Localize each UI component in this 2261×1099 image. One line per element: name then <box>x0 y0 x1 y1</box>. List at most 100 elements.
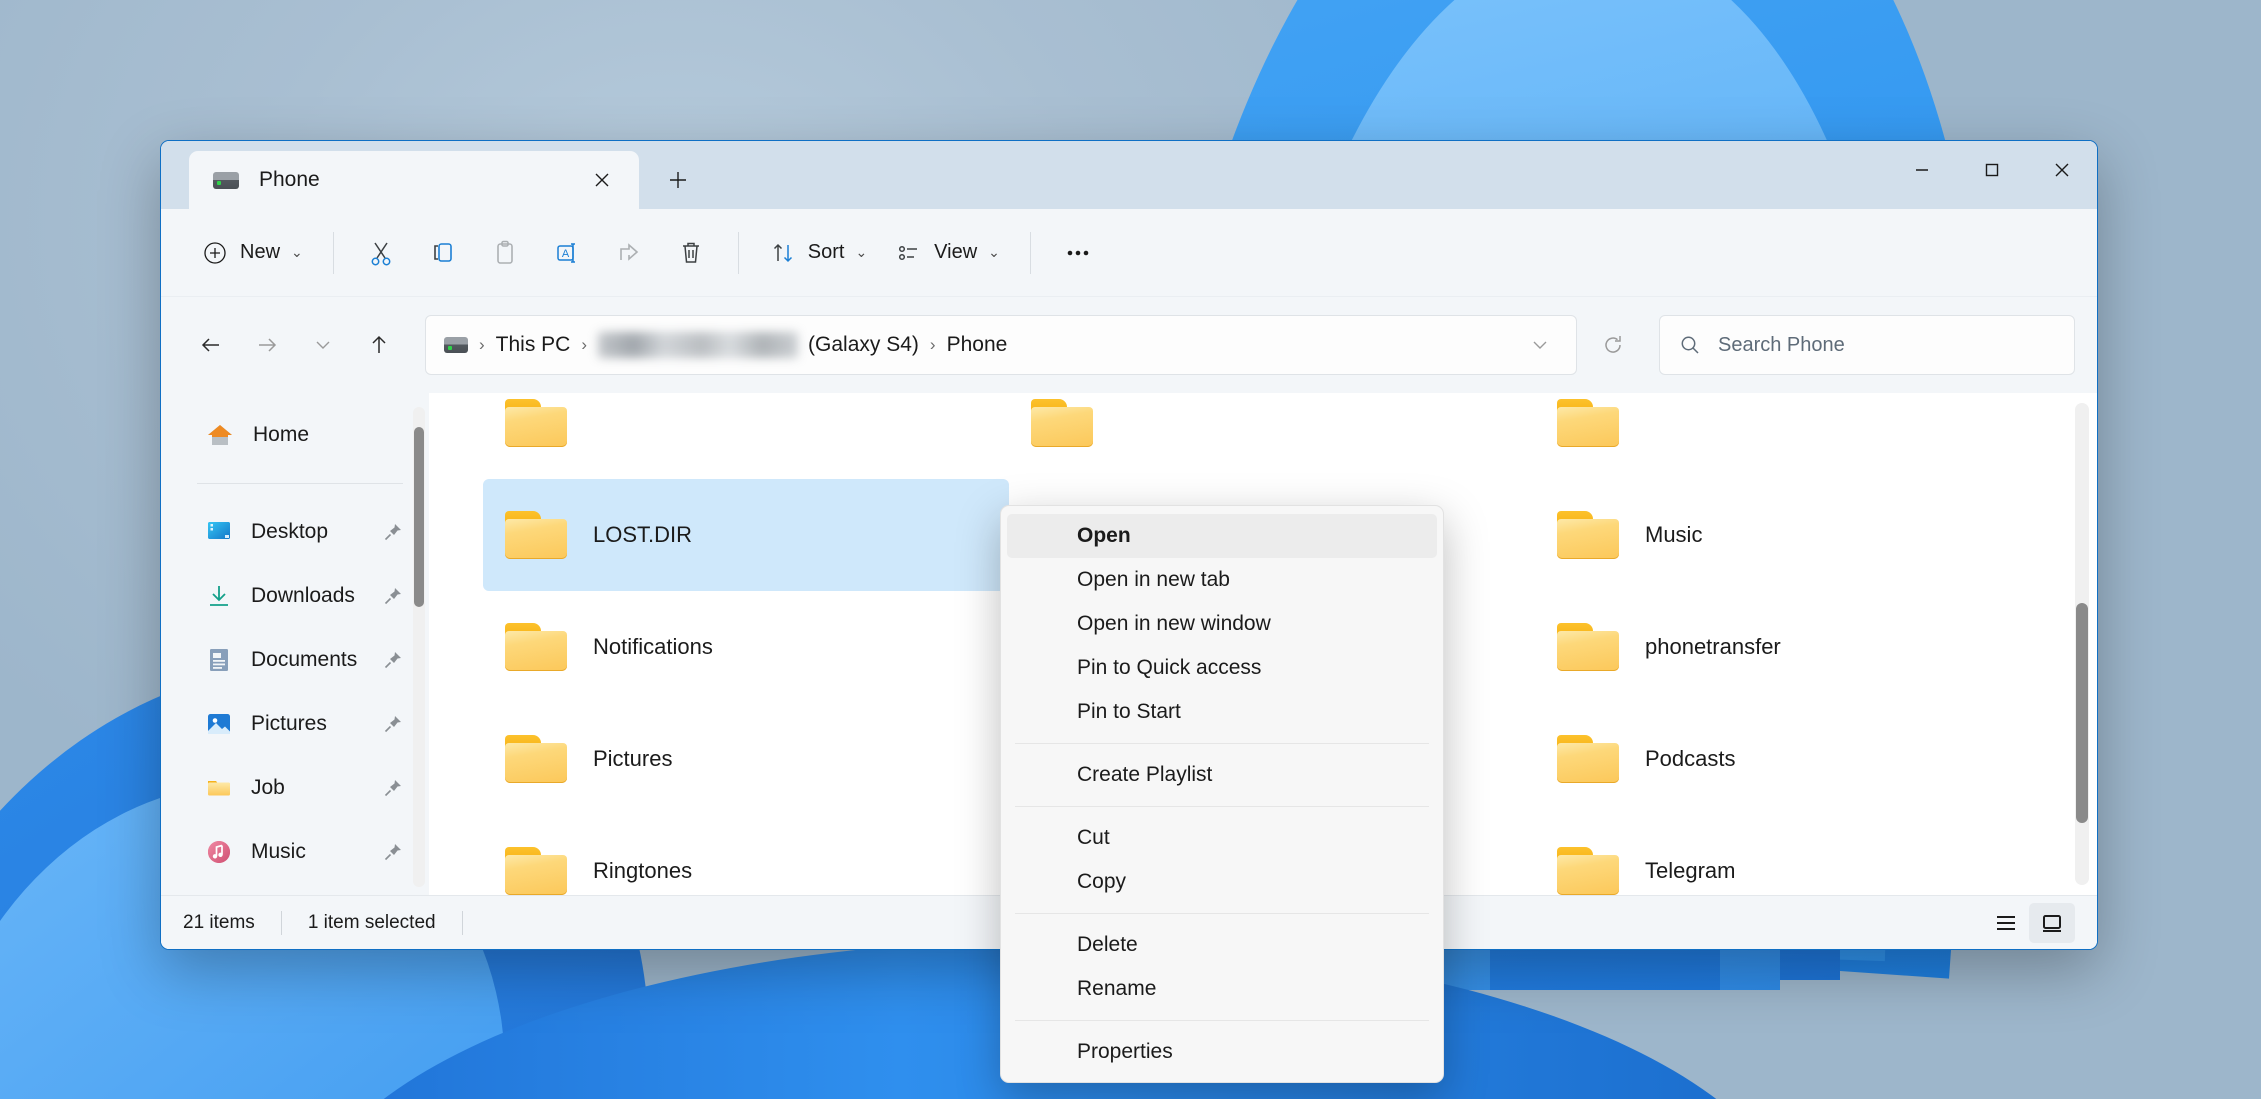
breadcrumb-dropdown-icon[interactable] <box>1518 323 1562 367</box>
context-menu[interactable]: Open Open in new tab Open in new window … <box>1000 505 1444 1083</box>
new-tab-button[interactable] <box>657 159 699 201</box>
folder-icon <box>1557 623 1619 671</box>
file-pane-scrollbar[interactable] <box>2075 403 2089 885</box>
folder-icon <box>1557 511 1619 559</box>
sidebar-job-label: Job <box>251 776 285 799</box>
portable-device-icon <box>444 337 468 353</box>
context-menu-item-properties[interactable]: Properties <box>1007 1030 1437 1074</box>
pin-icon[interactable] <box>383 522 403 542</box>
breadcrumb-phone[interactable]: Phone <box>947 333 1008 357</box>
list-item[interactable] <box>1009 393 1535 479</box>
search-input[interactable]: Search Phone <box>1659 315 2075 375</box>
sidebar-item-job[interactable]: Job <box>171 756 419 820</box>
file-name: Music <box>1645 522 1703 547</box>
sidebar-item-documents[interactable]: Documents <box>171 628 419 692</box>
sidebar-item-home[interactable]: Home <box>171 403 419 467</box>
context-menu-item-pin-to-quick-access[interactable]: Pin to Quick access <box>1007 646 1437 690</box>
details-view-icon <box>1997 915 2015 930</box>
tab-phone[interactable]: Phone <box>189 151 639 209</box>
share-button[interactable] <box>598 226 660 280</box>
desktop-icon <box>208 522 230 539</box>
recent-locations-button[interactable] <box>295 317 351 373</box>
list-item-music[interactable]: Music <box>1535 479 2061 591</box>
file-name: Notifications <box>593 634 713 659</box>
sidebar-scrollbar-thumb[interactable] <box>414 427 424 607</box>
chevron-down-icon: ⌄ <box>988 244 1000 260</box>
breadcrumb-this-pc[interactable]: This PC <box>496 333 571 357</box>
title-bar: Phone <box>161 141 2097 209</box>
close-tab-icon[interactable] <box>581 159 623 201</box>
breadcrumb-galaxy-s4[interactable]: (Galaxy S4) <box>808 333 919 357</box>
file-name: Podcasts <box>1645 746 1736 771</box>
context-menu-item-rename[interactable]: Rename <box>1007 967 1437 1011</box>
search-icon <box>1681 336 1699 354</box>
new-button[interactable]: New ⌄ <box>187 226 317 280</box>
context-menu-item-open[interactable]: Open <box>1007 514 1437 558</box>
paste-button[interactable] <box>474 226 536 280</box>
more-options-button[interactable] <box>1047 226 1109 280</box>
list-item-phonetransfer[interactable]: phonetransfer <box>1535 591 2061 703</box>
view-button[interactable]: View ⌄ <box>881 226 1014 280</box>
context-menu-divider <box>1015 913 1429 914</box>
sidebar-scrollbar[interactable] <box>413 407 425 887</box>
details-view-button[interactable] <box>1983 903 2029 943</box>
home-icon <box>208 425 232 445</box>
sort-button[interactable]: Sort ⌄ <box>755 226 881 280</box>
chevron-down-icon: ⌄ <box>291 244 303 260</box>
forward-button[interactable] <box>239 317 295 373</box>
list-item[interactable] <box>1535 393 2061 479</box>
context-menu-item-create-playlist[interactable]: Create Playlist <box>1007 753 1437 797</box>
copy-button[interactable] <box>412 226 474 280</box>
file-name: LOST.DIR <box>593 522 693 547</box>
refresh-button[interactable] <box>1585 317 1641 373</box>
context-menu-divider <box>1015 743 1429 744</box>
status-divider <box>280 910 282 935</box>
command-bar: New ⌄ A Sort ⌄ View ⌄ <box>161 209 2097 297</box>
pin-icon[interactable] <box>383 650 403 670</box>
list-item-notifications[interactable]: Notifications <box>483 591 1009 703</box>
pin-icon[interactable] <box>383 714 403 734</box>
rename-button[interactable]: A <box>536 226 598 280</box>
search-placeholder: Search Phone <box>1718 333 1845 356</box>
list-item[interactable] <box>483 393 1009 479</box>
list-item-pictures[interactable]: Pictures <box>483 703 1009 815</box>
documents-icon <box>210 649 228 671</box>
sidebar-item-desktop[interactable]: Desktop <box>171 500 419 564</box>
minimize-button[interactable] <box>1887 141 1957 199</box>
pin-icon[interactable] <box>383 586 403 606</box>
toolbar-divider <box>1029 231 1031 274</box>
context-menu-item-delete[interactable]: Delete <box>1007 923 1437 967</box>
breadcrumb-bar[interactable]: › This PC › (Galaxy S4) › Phone <box>425 315 1577 375</box>
context-menu-item-open-in-new-window[interactable]: Open in new window <box>1007 602 1437 646</box>
cut-button[interactable] <box>350 226 412 280</box>
pin-icon[interactable] <box>383 778 403 798</box>
context-menu-item-copy[interactable]: Copy <box>1007 860 1437 904</box>
up-button[interactable] <box>351 317 407 373</box>
sidebar-item-downloads[interactable]: Downloads <box>171 564 419 628</box>
back-button[interactable] <box>183 317 239 373</box>
sidebar-item-pictures[interactable]: Pictures <box>171 692 419 756</box>
maximize-button[interactable] <box>1957 141 2027 199</box>
list-item-ringtones[interactable]: Ringtones <box>483 815 1009 895</box>
file-name: phonetransfer <box>1645 634 1781 659</box>
file-pane-scrollbar-thumb[interactable] <box>2076 603 2088 823</box>
large-icons-view-button[interactable] <box>2029 902 2075 943</box>
folder-icon <box>505 511 567 559</box>
downloads-icon <box>210 586 228 606</box>
list-item-telegram[interactable]: Telegram <box>1535 815 2061 895</box>
tab-label: Phone <box>259 168 320 191</box>
context-menu-item-open-in-new-tab[interactable]: Open in new tab <box>1007 558 1437 602</box>
music-icon <box>208 841 230 863</box>
list-item-podcasts[interactable]: Podcasts <box>1535 703 2061 815</box>
list-item-lost-dir[interactable]: LOST.DIR <box>483 479 1009 591</box>
context-menu-item-cut[interactable]: Cut <box>1007 816 1437 860</box>
delete-button[interactable] <box>660 226 722 280</box>
file-name: Pictures <box>593 746 673 771</box>
portable-device-icon <box>213 171 239 189</box>
pin-icon[interactable] <box>383 842 403 862</box>
close-window-button[interactable] <box>2027 141 2097 199</box>
breadcrumb-separator: › <box>929 335 936 354</box>
new-button-label: New <box>240 241 281 263</box>
sidebar-item-music[interactable]: Music <box>171 820 419 884</box>
context-menu-item-pin-to-start[interactable]: Pin to Start <box>1007 690 1437 734</box>
